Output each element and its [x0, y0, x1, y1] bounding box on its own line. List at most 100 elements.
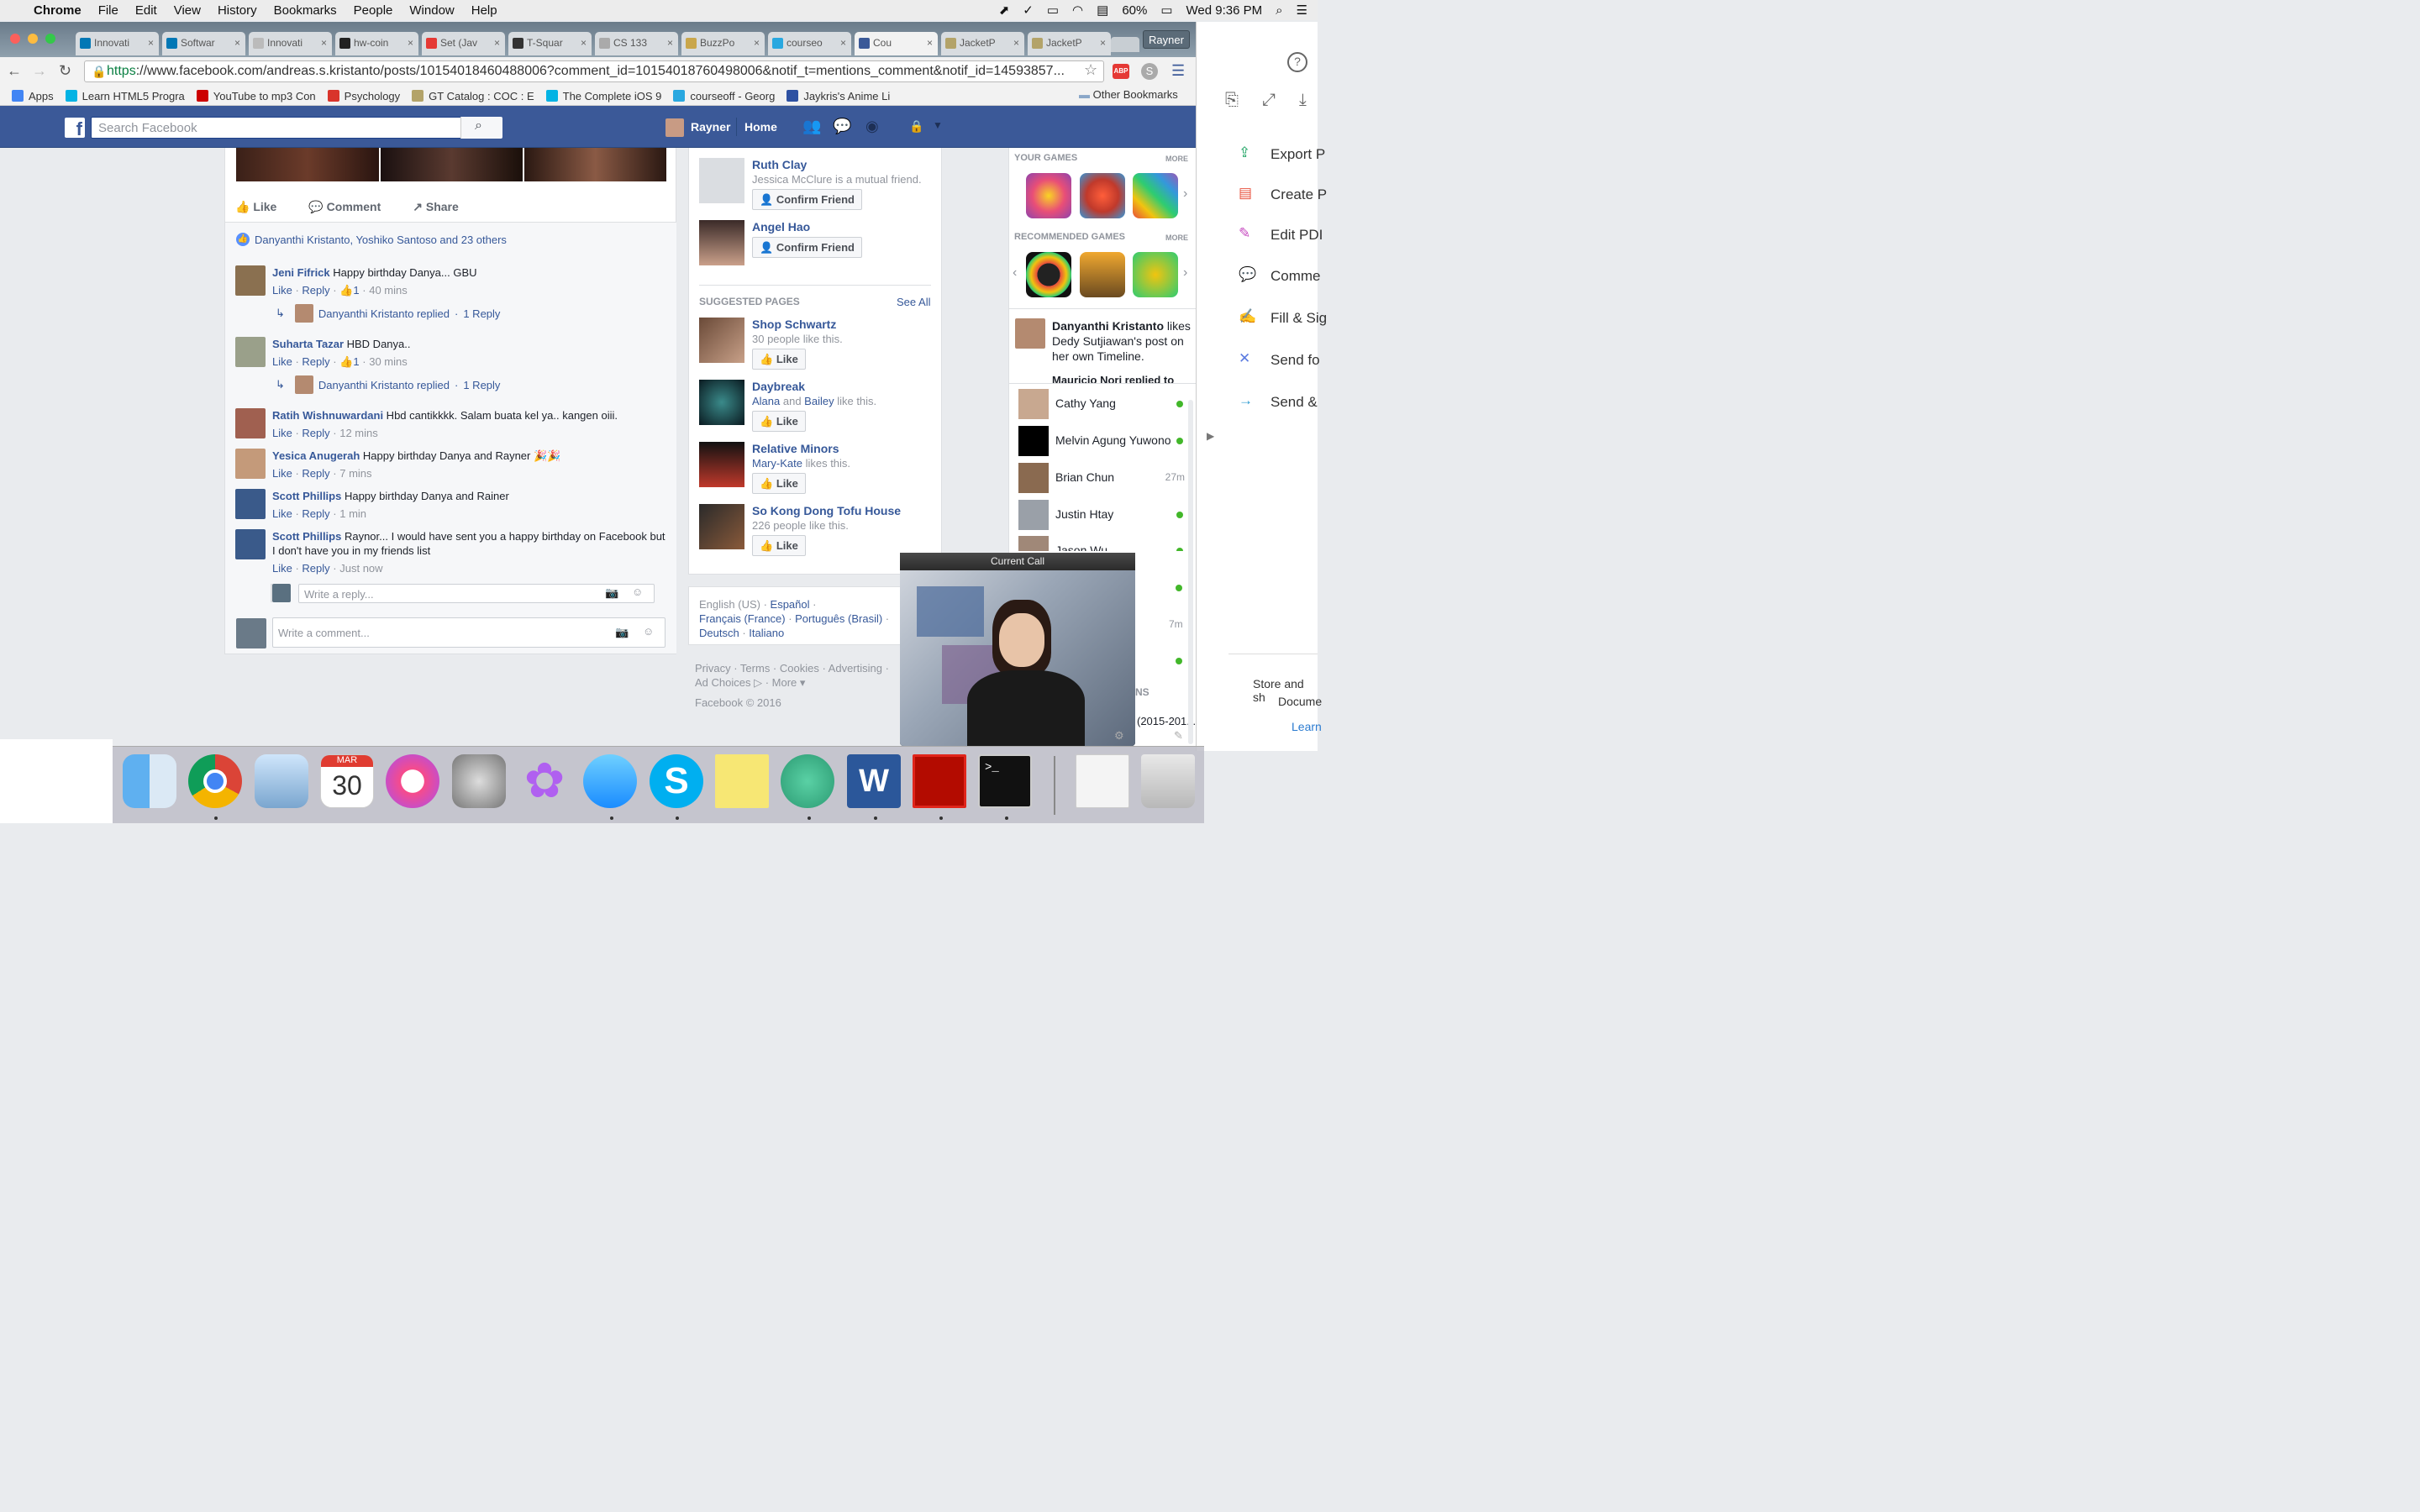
- trash-icon[interactable]: [1141, 754, 1195, 808]
- document-icon[interactable]: [1076, 754, 1129, 808]
- comment-author[interactable]: Suharta Tazar: [272, 338, 344, 350]
- game-icon[interactable]: [1133, 173, 1178, 218]
- camera-icon[interactable]: 📷: [615, 626, 629, 639]
- bookmark-star-icon[interactable]: ☆: [1084, 61, 1097, 79]
- comment-like-link[interactable]: Like: [272, 427, 292, 439]
- acrobat-tool[interactable]: ▤ Create P: [1239, 185, 1327, 205]
- browser-tab[interactable]: JacketP ×: [941, 32, 1024, 55]
- friend-link[interactable]: Mary-Kate: [752, 457, 802, 470]
- comment-reply-link[interactable]: Reply: [302, 355, 329, 368]
- download-icon[interactable]: ⤓: [1299, 91, 1307, 110]
- compose-icon[interactable]: ✎: [1174, 729, 1183, 743]
- emoji-icon[interactable]: ☺: [632, 585, 643, 598]
- avatar[interactable]: [235, 408, 266, 438]
- language-link[interactable]: Português (Brasil): [795, 612, 882, 625]
- minimize-window-button[interactable]: [28, 34, 38, 44]
- bookmark-item[interactable]: GT Catalog : COC : E: [412, 90, 534, 102]
- bookmark-item[interactable]: The Complete iOS 9: [545, 90, 661, 102]
- more-games-link[interactable]: MORE: [1165, 155, 1188, 163]
- comment-timestamp[interactable]: 40 mins: [369, 284, 408, 297]
- comment-author[interactable]: Scott Phillips: [272, 530, 341, 543]
- home-link[interactable]: Home: [744, 120, 777, 134]
- avatar[interactable]: [235, 337, 266, 367]
- game-icon[interactable]: [1133, 252, 1178, 297]
- page-like-button[interactable]: 👍 Like: [752, 349, 806, 370]
- comment-author[interactable]: Jeni Fifrick: [272, 266, 330, 279]
- stickies-icon[interactable]: [715, 754, 769, 808]
- menu-window[interactable]: Window: [409, 3, 454, 18]
- chevron-left-icon[interactable]: ‹: [1013, 265, 1017, 281]
- post-photo-1[interactable]: [236, 148, 379, 181]
- emoji-icon[interactable]: ☺: [643, 625, 654, 638]
- chrome-icon[interactable]: [188, 754, 242, 808]
- pinwheel-app-icon[interactable]: ✿: [518, 754, 571, 808]
- avatar[interactable]: [699, 158, 744, 203]
- comment-button[interactable]: 💬 Comment: [308, 200, 381, 214]
- notifications-globe-icon[interactable]: ◉: [865, 118, 879, 135]
- comment-like-link[interactable]: Like: [272, 562, 292, 575]
- clock[interactable]: Wed 9:36 PM: [1186, 3, 1263, 18]
- bookmark-item[interactable]: courseoff - Georg: [673, 90, 775, 102]
- facebook-logo[interactable]: f: [65, 118, 85, 139]
- skype-icon[interactable]: S: [650, 754, 703, 808]
- close-icon[interactable]: ×: [1100, 37, 1106, 49]
- adblock-icon[interactable]: ABP: [1113, 64, 1129, 79]
- avatar[interactable]: [235, 489, 266, 519]
- close-icon[interactable]: ×: [321, 37, 327, 49]
- browser-tab[interactable]: JacketP ×: [1028, 32, 1111, 55]
- acrobat-tool[interactable]: ⇪ Export P: [1239, 144, 1325, 165]
- close-icon[interactable]: ×: [1013, 37, 1019, 49]
- bookmark-item[interactable]: YouTube to mp3 Con: [196, 90, 316, 102]
- finder-icon[interactable]: [123, 754, 176, 808]
- menu-view[interactable]: View: [174, 3, 201, 18]
- chevron-right-icon[interactable]: ›: [1183, 186, 1187, 202]
- like-button[interactable]: 👍 Like: [235, 200, 276, 214]
- comment-input[interactable]: Write a comment...: [272, 617, 666, 648]
- browser-tab[interactable]: Innovati ×: [249, 32, 332, 55]
- browser-tab[interactable]: CS 133 ×: [595, 32, 678, 55]
- comment-timestamp[interactable]: 12 mins: [339, 427, 378, 439]
- close-icon[interactable]: ×: [148, 37, 154, 49]
- chat-group-name[interactable]: (2015-201...: [1137, 715, 1196, 727]
- back-icon[interactable]: ←: [7, 62, 22, 80]
- ticker-story[interactable]: Mauricio Nori replied to his: [1052, 375, 1191, 383]
- menu-help[interactable]: Help: [471, 3, 497, 18]
- close-icon[interactable]: ×: [927, 37, 933, 49]
- browser-tab[interactable]: Set (Jav ×: [422, 32, 505, 55]
- fullscreen-icon[interactable]: ⤢: [1262, 91, 1276, 110]
- comment-author[interactable]: Ratih Wishnuwardani: [272, 409, 383, 422]
- chat-scrollbar[interactable]: [1188, 400, 1193, 744]
- comment-timestamp[interactable]: 30 mins: [369, 355, 408, 368]
- check-icon[interactable]: ✓: [1023, 3, 1034, 18]
- close-icon[interactable]: ×: [408, 37, 413, 49]
- chat-contact[interactable]: Jason Wu: [1018, 536, 1186, 551]
- game-icon[interactable]: [1026, 252, 1071, 297]
- close-icon[interactable]: ×: [581, 37, 587, 49]
- calendar-icon[interactable]: MAR 30: [320, 754, 374, 808]
- forward-icon[interactable]: →: [32, 62, 47, 80]
- browser-tab[interactable]: Softwar ×: [162, 32, 245, 55]
- page-avatar[interactable]: [699, 380, 744, 425]
- friend-link[interactable]: Bailey: [804, 395, 834, 407]
- share-button[interactable]: ↗ Share: [413, 200, 459, 214]
- page-avatar[interactable]: [699, 504, 744, 549]
- learn-more-link[interactable]: Learn: [1292, 720, 1322, 733]
- close-icon[interactable]: ×: [234, 37, 240, 49]
- close-icon[interactable]: ×: [667, 37, 673, 49]
- collapse-panel-icon[interactable]: ▶: [1207, 430, 1214, 442]
- comment-timestamp[interactable]: 7 mins: [339, 467, 371, 480]
- close-window-button[interactable]: [10, 34, 20, 44]
- pushbullet-icon[interactable]: ⬈: [999, 3, 1010, 18]
- avatar[interactable]: [1015, 318, 1045, 349]
- airplay-icon[interactable]: ▭: [1047, 3, 1059, 18]
- ticker-story[interactable]: Danyanthi Kristanto likes Dedy Sutjiawan…: [1052, 318, 1191, 364]
- chevron-right-icon[interactable]: ›: [1183, 265, 1187, 281]
- mail-icon[interactable]: [255, 754, 308, 808]
- friend-request-name[interactable]: Ruth Clay: [752, 158, 937, 172]
- chat-contact[interactable]: Justin Htay: [1018, 500, 1186, 530]
- comment-reply-link[interactable]: Reply: [302, 507, 329, 520]
- browser-tab[interactable]: Cou ×: [855, 32, 938, 55]
- privacy-shortcuts-icon[interactable]: 🔒: [909, 119, 923, 134]
- messages-icon[interactable]: 💬: [833, 118, 851, 135]
- comment-like-link[interactable]: Like: [272, 467, 292, 480]
